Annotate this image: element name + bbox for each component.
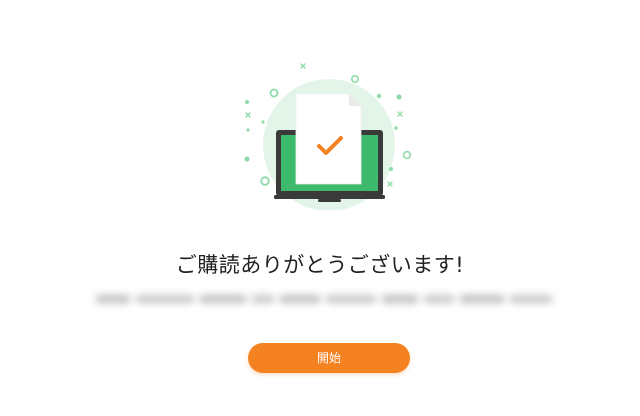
sparkle-dot [351,75,360,84]
blurred-subtitle [96,290,556,308]
sparkle-dot [261,120,265,124]
laptop-base-notch [318,199,341,202]
sparkle-dot [389,167,393,171]
sparkle-dot [246,128,250,132]
sparkle-dot [402,150,412,160]
document-sheet [295,93,362,185]
sparkle-dot [260,176,270,186]
sparkle-dot [394,126,398,130]
sparkle-dot [244,156,250,162]
sparkle-dot [396,94,402,100]
subscription-thank-you-page: ご購読ありがとうございます! 開始 [0,0,640,416]
thank-you-title: ご購読ありがとうございます! [175,253,465,277]
start-button[interactable]: 開始 [248,343,410,373]
laptop-base [274,195,385,199]
sparkle-dot [245,100,249,104]
sparkle-dot [376,93,382,99]
sparkle-dot [269,88,279,98]
laptop-with-document-check-icon [240,60,420,210]
blurred-subtitle-placeholder [96,295,552,303]
